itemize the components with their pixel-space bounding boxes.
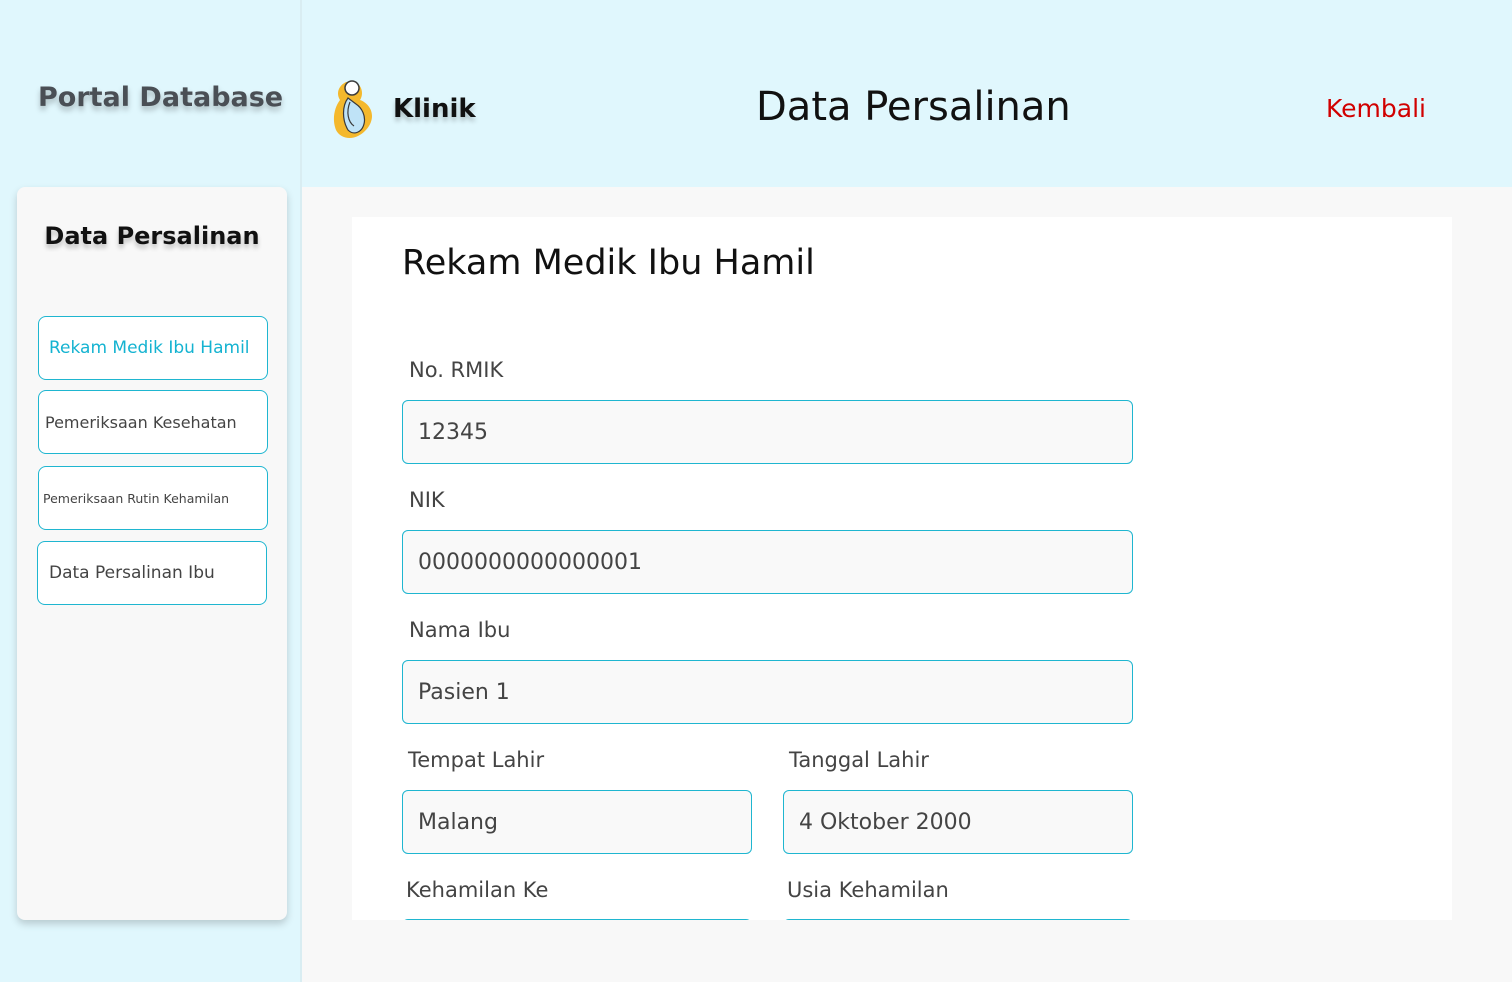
mother-logo-icon xyxy=(328,72,378,142)
sidebar-item-pemeriksaan-kesehatan[interactable]: Pemeriksaan Kesehatan xyxy=(38,390,268,454)
tanggal-lahir-input[interactable] xyxy=(783,790,1133,854)
nama-ibu-input[interactable] xyxy=(402,660,1133,724)
header: Klinik Data Persalinan Kembali xyxy=(302,0,1512,187)
sidebar-item-label: Pemeriksaan Rutin Kehamilan xyxy=(43,490,230,506)
tempat-lahir-input[interactable] xyxy=(402,790,752,854)
nik-input[interactable] xyxy=(402,530,1133,594)
sidebar-item-data-persalinan-ibu[interactable]: Data Persalinan Ibu xyxy=(37,541,267,605)
sidebar-item-label: Pemeriksaan Kesehatan xyxy=(45,412,237,432)
sidebar-item-rekam-medik[interactable]: Rekam Medik Ibu Hamil xyxy=(38,316,268,380)
sidebar-item-label: Data Persalinan Ibu xyxy=(49,563,215,583)
nik-label: NIK xyxy=(409,488,445,512)
form-card: Rekam Medik Ibu Hamil No. RMIK NIK Nama … xyxy=(352,217,1452,920)
brand-name: Klinik xyxy=(393,94,476,124)
sidebar-item-pemeriksaan-rutin[interactable]: Pemeriksaan Rutin Kehamilan xyxy=(38,466,268,530)
no-rmik-input[interactable] xyxy=(402,400,1133,464)
portal-title: Portal Database xyxy=(38,82,284,113)
kehamilan-ke-label: Kehamilan Ke xyxy=(406,878,549,902)
back-link[interactable]: Kembali xyxy=(1326,94,1426,123)
usia-kehamilan-label: Usia Kehamilan xyxy=(787,878,949,902)
sidebar-card: Data Persalinan Rekam Medik Ibu Hamil Pe… xyxy=(17,187,287,920)
app-root: Portal Database Data Persalinan Rekam Me… xyxy=(0,0,1512,982)
no-rmik-label: No. RMIK xyxy=(409,358,504,382)
usia-kehamilan-input[interactable] xyxy=(783,919,1133,920)
tanggal-lahir-label: Tanggal Lahir xyxy=(789,748,929,772)
kehamilan-ke-input[interactable] xyxy=(402,919,752,920)
page-title: Data Persalinan xyxy=(756,84,1071,130)
tempat-lahir-label: Tempat Lahir xyxy=(408,748,545,772)
sidebar-item-label: Rekam Medik Ibu Hamil xyxy=(49,338,250,358)
left-panel: Portal Database Data Persalinan Rekam Me… xyxy=(0,0,300,982)
form-title: Rekam Medik Ibu Hamil xyxy=(402,243,815,283)
nama-ibu-label: Nama Ibu xyxy=(409,618,511,642)
sidebar-title: Data Persalinan xyxy=(44,222,260,250)
